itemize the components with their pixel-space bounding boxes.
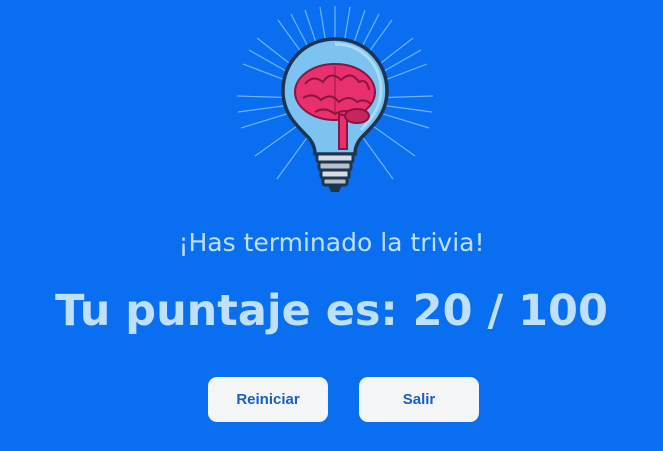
completion-message: ¡Has terminado la trivia! (178, 228, 485, 257)
exit-button[interactable]: Salir (359, 377, 479, 422)
bulb-base (315, 152, 355, 192)
score-display: Tu puntaje es: 20 / 100 (55, 286, 608, 336)
brain-lightbulb-illustration (236, 6, 434, 192)
restart-button[interactable]: Reiniciar (208, 377, 328, 422)
brain-lightbulb-icon (235, 4, 435, 204)
